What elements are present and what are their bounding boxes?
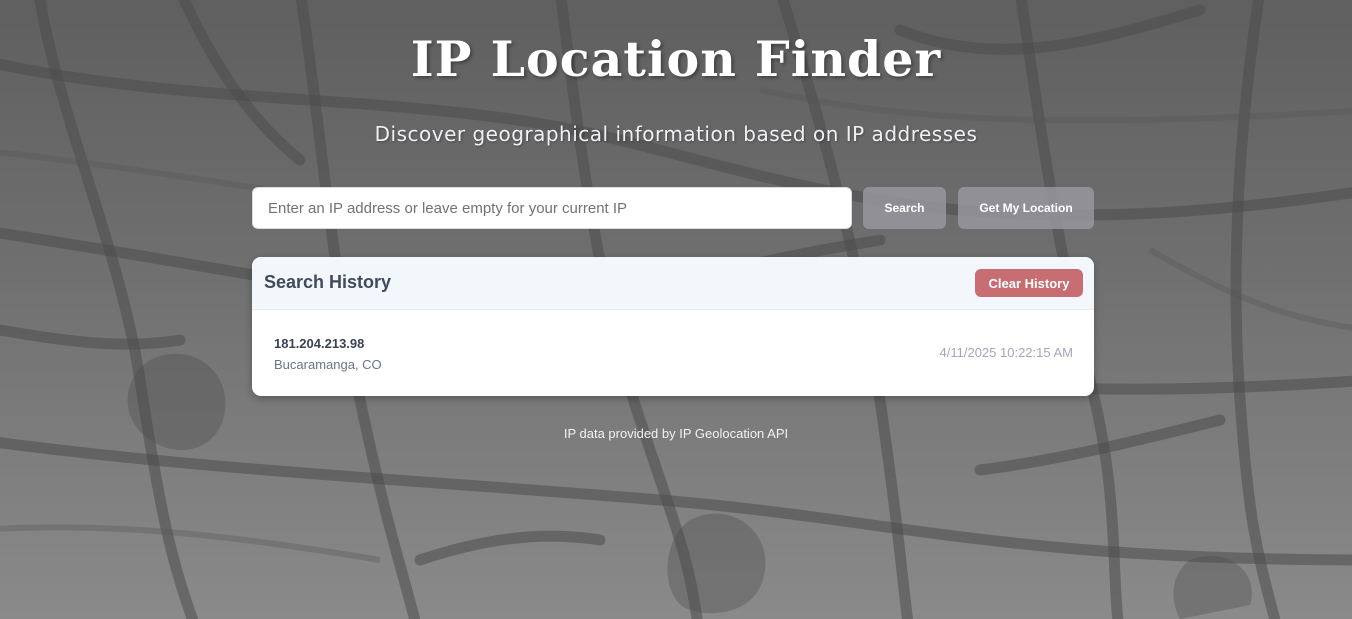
search-history-header: Search History Clear History: [252, 257, 1094, 310]
history-item[interactable]: 181.204.213.98 Bucaramanga, CO 4/11/2025…: [252, 310, 1094, 396]
page-content: IP Location Finder Discover geographical…: [0, 0, 1352, 619]
ip-search-input[interactable]: [252, 187, 852, 229]
page-title: IP Location Finder: [410, 30, 942, 88]
search-history-title: Search History: [264, 272, 392, 292]
search-button[interactable]: Search: [863, 187, 946, 229]
history-item-timestamp: 4/11/2025 10:22:15 AM: [939, 345, 1073, 360]
search-history-card: Search History Clear History 181.204.213…: [252, 257, 1094, 396]
history-item-ip: 181.204.213.98: [274, 336, 365, 351]
clear-history-button[interactable]: Clear History: [975, 269, 1083, 297]
history-item-location: Bucaramanga, CO: [274, 357, 382, 372]
footer-credit: IP data provided by IP Geolocation API: [563, 426, 789, 441]
get-my-location-button[interactable]: Get My Location: [958, 187, 1094, 229]
page-subtitle: Discover geographical information based …: [374, 122, 978, 146]
